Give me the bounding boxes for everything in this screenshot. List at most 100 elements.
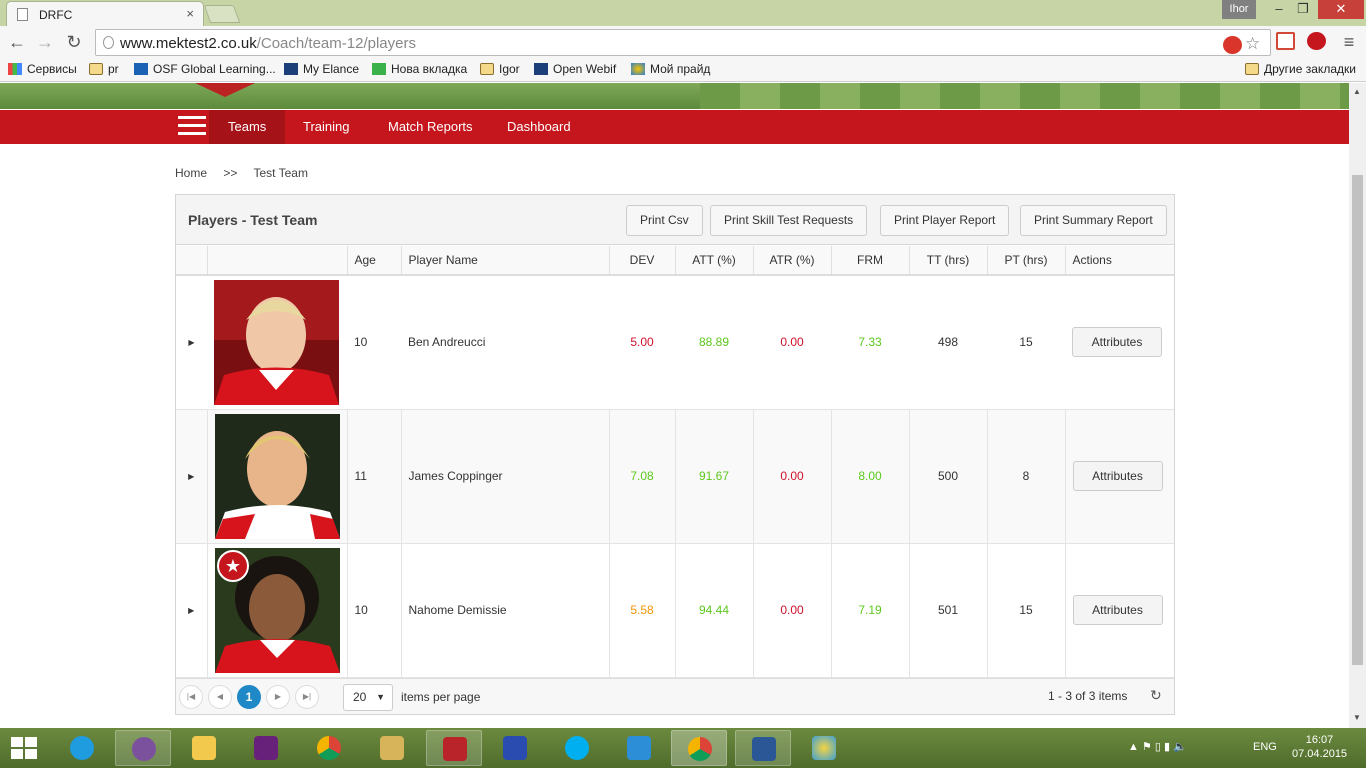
- current-page[interactable]: 1: [237, 685, 261, 709]
- page-icon: [103, 36, 114, 49]
- tools-icon: [380, 736, 404, 760]
- chrome-taskbar-button[interactable]: [301, 730, 357, 766]
- nav-match-reports[interactable]: Match Reports: [369, 110, 492, 144]
- player-atr: 0.00: [752, 543, 831, 678]
- window-close-icon[interactable]: ✕: [1318, 0, 1364, 19]
- expand-icon[interactable]: ▶: [176, 409, 207, 544]
- reload-icon[interactable]: ↻: [63, 32, 85, 53]
- tab-close-icon[interactable]: ×: [186, 6, 194, 21]
- save-taskbar-button[interactable]: [487, 730, 543, 766]
- new-tab-button[interactable]: [203, 5, 241, 23]
- floppy-icon: [503, 736, 527, 760]
- print-csv-button[interactable]: Print Csv: [626, 205, 703, 236]
- bookmark-pride[interactable]: Мой прайд: [631, 62, 710, 76]
- paint-taskbar-button[interactable]: [796, 730, 852, 766]
- col-tt[interactable]: TT (hrs): [908, 246, 987, 276]
- player-photo-cell: ★: [206, 543, 347, 678]
- forward-icon[interactable]: →: [34, 32, 56, 53]
- scroll-down-icon[interactable]: ▼: [1353, 713, 1361, 722]
- nav-teams[interactable]: Teams: [209, 110, 286, 144]
- chrome-active-taskbar-button[interactable]: [671, 730, 727, 766]
- star-icon[interactable]: ☆: [1245, 34, 1264, 53]
- table-row: ▶ ★ 10 Nahome Demissie 5.58 94.44 0.00 7…: [176, 543, 1174, 678]
- actions-cell: Attributes: [1065, 275, 1174, 410]
- tools-taskbar-button[interactable]: [364, 730, 420, 766]
- page-scrollbar[interactable]: ▲ ▼: [1349, 83, 1366, 728]
- col-age[interactable]: Age: [346, 246, 401, 276]
- player-age: 10: [347, 275, 401, 410]
- word-icon: [752, 737, 776, 761]
- ie-taskbar-button[interactable]: [54, 730, 110, 766]
- explorer-taskbar-button[interactable]: [176, 730, 232, 766]
- language-indicator[interactable]: ENG: [1253, 741, 1277, 753]
- col-atr[interactable]: ATR (%): [752, 246, 831, 276]
- menu-icon[interactable]: ≡: [1338, 32, 1360, 53]
- nav-dashboard[interactable]: Dashboard: [488, 110, 590, 144]
- viber-taskbar-button[interactable]: [115, 730, 171, 766]
- print-skill-test-button[interactable]: Print Skill Test Requests: [710, 205, 868, 236]
- scrollbar-thumb[interactable]: [1352, 175, 1363, 665]
- expand-icon[interactable]: ▶: [176, 543, 207, 678]
- bookmark-open-webif[interactable]: Open Webif: [534, 62, 616, 76]
- paint-icon: [812, 736, 836, 760]
- player-dev: 7.08: [608, 409, 675, 544]
- player-att: 94.44: [674, 543, 753, 678]
- bookmark-pr[interactable]: pr: [89, 62, 119, 76]
- skype-taskbar-button[interactable]: [549, 730, 605, 766]
- hamburger-icon[interactable]: [178, 116, 206, 138]
- bookmark-osf[interactable]: OSF Global Learning...: [134, 62, 276, 76]
- dropdown-arrow-icon: ▼: [376, 692, 385, 702]
- next-page-icon[interactable]: ▶: [266, 685, 290, 709]
- tab-title: DRFC: [39, 8, 73, 22]
- extension-icon[interactable]: [1307, 32, 1326, 50]
- table-row: ▶ 11 James Coppinger 7.08 91.67 0.00 8.0…: [176, 409, 1174, 544]
- player-photo-cell: [207, 275, 347, 410]
- restore-icon[interactable]: ❐: [1288, 0, 1318, 19]
- player-dev: 5.00: [609, 275, 675, 410]
- prev-page-icon[interactable]: ◀: [208, 685, 232, 709]
- bookmark-new-tab[interactable]: Нова вкладка: [372, 62, 467, 76]
- bookmark-services[interactable]: Сервисы: [8, 62, 77, 76]
- intellij-taskbar-button[interactable]: [611, 730, 667, 766]
- attributes-button[interactable]: Attributes: [1072, 595, 1163, 625]
- col-pt[interactable]: PT (hrs): [986, 246, 1065, 276]
- page-size-label: items per page: [401, 690, 481, 704]
- books-taskbar-button[interactable]: [426, 730, 482, 766]
- col-player-name[interactable]: Player Name: [400, 246, 609, 276]
- attributes-button[interactable]: Attributes: [1072, 327, 1162, 358]
- windows-start-icon[interactable]: [11, 737, 38, 761]
- breadcrumb-home[interactable]: Home: [175, 166, 207, 180]
- main-nav: Teams Training Match Reports Dashboard: [0, 110, 1349, 144]
- profile-button[interactable]: Ihor: [1222, 0, 1256, 19]
- expand-icon[interactable]: ▶: [176, 275, 207, 410]
- gmail-icon[interactable]: [1276, 32, 1295, 50]
- player-pt: 15: [986, 543, 1065, 678]
- browser-tab[interactable]: DRFC ×: [6, 1, 204, 26]
- nav-training[interactable]: Training: [284, 110, 368, 144]
- back-icon[interactable]: ←: [6, 32, 28, 53]
- scroll-up-icon[interactable]: ▲: [1353, 87, 1361, 96]
- last-page-icon[interactable]: ▶|: [295, 685, 319, 709]
- col-frm[interactable]: FRM: [830, 246, 909, 276]
- bookmark-elance[interactable]: My Elance: [284, 62, 359, 76]
- other-bookmarks[interactable]: Другие закладки: [1245, 62, 1356, 76]
- visual-studio-taskbar-button[interactable]: [238, 730, 294, 766]
- word-taskbar-button[interactable]: [735, 730, 791, 766]
- actions-cell: Attributes: [1064, 409, 1174, 544]
- club-logo[interactable]: [195, 83, 255, 97]
- refresh-icon[interactable]: ↻: [1150, 687, 1162, 704]
- attributes-button[interactable]: Attributes: [1072, 461, 1163, 491]
- print-summary-report-button[interactable]: Print Summary Report: [1020, 205, 1167, 236]
- page-size-select[interactable]: 20 ▼: [343, 684, 393, 711]
- bookmark-igor[interactable]: Igor: [480, 62, 520, 76]
- player-tt: 501: [908, 543, 987, 678]
- print-player-report-button[interactable]: Print Player Report: [880, 205, 1010, 236]
- col-att[interactable]: ATT (%): [674, 246, 753, 276]
- address-bar[interactable]: www.mektest2.co.uk/Coach/team-12/players…: [95, 29, 1271, 56]
- tray-icons[interactable]: ▲ ⚑ ▯ ▮ 🔈: [1128, 740, 1187, 753]
- extension-icon[interactable]: [1223, 36, 1242, 54]
- visual-studio-icon: [254, 736, 278, 760]
- first-page-icon[interactable]: |◀: [179, 685, 203, 709]
- col-dev[interactable]: DEV: [608, 246, 675, 276]
- clock[interactable]: 16:07 07.04.2015: [1292, 733, 1347, 761]
